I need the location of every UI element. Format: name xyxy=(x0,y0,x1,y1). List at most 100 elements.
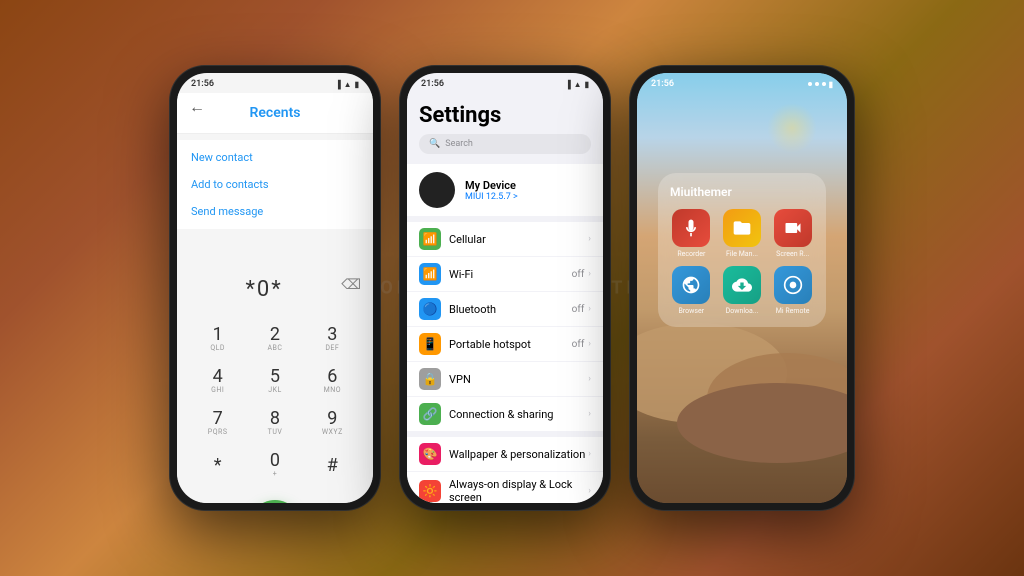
settings-profile[interactable]: My Device MIUI 12.5.7 > xyxy=(407,164,603,216)
chevron-icon-8: › xyxy=(588,486,591,496)
chevron-icon-5: › xyxy=(588,374,591,384)
status-bar-3: 21:56 ▮ xyxy=(637,73,847,93)
dialer-menu: New contact Add to contacts Send message xyxy=(177,140,373,229)
filemanager-icon xyxy=(723,209,761,247)
keypad-row-2: 4 GHI 5 JKL 6 MNO xyxy=(189,362,361,400)
profile-avatar xyxy=(419,172,455,208)
dialer-header: ← Recents xyxy=(177,93,373,134)
bluetooth-icon: 🔵 xyxy=(419,298,441,320)
keypad-row-1: 1 QLD 2 ABC 3 DEF xyxy=(189,320,361,358)
app-recorder[interactable]: Recorder xyxy=(670,209,713,258)
phone-settings: 21:56 ▐ ▲ ▮ Settings 🔍 Search xyxy=(399,65,611,511)
screenrecorder-label: Screen R... xyxy=(776,250,809,258)
status-icons-2: ▐ ▲ ▮ xyxy=(565,80,589,89)
status-icons-1: ▐ ▲ ▮ xyxy=(335,80,359,89)
recorder-label: Recorder xyxy=(677,250,705,258)
hotspot-value: off xyxy=(572,339,585,350)
hotspot-label: Portable hotspot xyxy=(449,338,572,351)
key-9[interactable]: 9 WXYZ xyxy=(308,404,356,442)
sun-glow xyxy=(767,103,817,153)
chevron-icon-7: › xyxy=(588,449,591,459)
bluetooth-value: off xyxy=(572,304,585,315)
status-bar-1: 21:56 ▐ ▲ ▮ xyxy=(177,73,373,93)
key-4[interactable]: 4 GHI xyxy=(194,362,242,400)
key-hash[interactable]: # xyxy=(308,446,356,484)
settings-cellular[interactable]: 📶 Cellular › xyxy=(407,222,603,257)
dialer-display: *0* ⌫ xyxy=(177,259,373,312)
key-8[interactable]: 8 TUV xyxy=(251,404,299,442)
keypad: 1 QLD 2 ABC 3 DEF xyxy=(177,312,373,492)
folder-grid: Recorder File Man... xyxy=(670,209,814,315)
key-7[interactable]: 7 PQRS xyxy=(194,404,242,442)
search-placeholder: Search xyxy=(445,139,473,149)
delete-button[interactable]: ⌫ xyxy=(341,277,363,293)
keypad-row-4: * 0 + # xyxy=(189,446,361,484)
key-1[interactable]: 1 QLD xyxy=(194,320,242,358)
phone-dialer: 21:56 ▐ ▲ ▮ ← Recents New contact Add to… xyxy=(169,65,381,511)
settings-connection[interactable]: 🔗 Connection & sharing › xyxy=(407,397,603,431)
key-0[interactable]: 0 + xyxy=(251,446,299,484)
settings-hotspot[interactable]: 📱 Portable hotspot off › xyxy=(407,327,603,362)
bluetooth-label: Bluetooth xyxy=(449,303,572,316)
app-browser[interactable]: Browser xyxy=(670,266,713,315)
chevron-icon-2: › xyxy=(588,269,591,279)
wifi-settings-icon: 📶 xyxy=(419,263,441,285)
send-message-item[interactable]: Send message xyxy=(177,198,373,225)
cellular-label: Cellular xyxy=(449,233,588,246)
miremote-icon xyxy=(774,266,812,304)
cellular-icon: 📶 xyxy=(419,228,441,250)
app-download[interactable]: Downloa... xyxy=(721,266,764,315)
app-filemanager[interactable]: File Man... xyxy=(721,209,764,258)
app-screenrecorder[interactable]: Screen R... xyxy=(771,209,814,258)
folder-title: Miuithemer xyxy=(670,185,814,199)
device-name: My Device xyxy=(465,179,518,192)
app-folder[interactable]: Miuithemer Recorder xyxy=(658,173,826,327)
recorder-icon xyxy=(672,209,710,247)
wallpaper-icon: 🎨 xyxy=(419,443,441,465)
miui-version: MIUI 12.5.7 > xyxy=(465,192,518,202)
settings-wifi[interactable]: 📶 Wi-Fi off › xyxy=(407,257,603,292)
hotspot-icon: 📱 xyxy=(419,333,441,355)
filemanager-label: File Man... xyxy=(726,250,758,258)
settings-search-bar[interactable]: 🔍 Search xyxy=(419,134,591,154)
new-contact-item[interactable]: New contact xyxy=(177,144,373,171)
miremote-label: Mi Remote xyxy=(776,307,810,315)
settings-group-display: 🎨 Wallpaper & personalization › 🔆 Always… xyxy=(407,437,603,503)
vpn-icon: 🔒 xyxy=(419,368,441,390)
aod-icon: 🔆 xyxy=(419,480,441,502)
settings-wallpaper[interactable]: 🎨 Wallpaper & personalization › xyxy=(407,437,603,472)
home-screen: 21:56 ▮ Miuithemer xyxy=(637,73,847,503)
settings-title: Settings xyxy=(419,99,591,134)
add-contacts-item[interactable]: Add to contacts xyxy=(177,171,373,198)
wifi-value: off xyxy=(572,269,585,280)
settings-group-network: 📶 Cellular › 📶 Wi-Fi off › 🔵 Bluetooth o… xyxy=(407,222,603,431)
status-icons-3: ▮ xyxy=(808,80,833,89)
call-button[interactable]: 📞 xyxy=(249,500,301,503)
key-2[interactable]: 2 ABC xyxy=(251,320,299,358)
app-miremote[interactable]: Mi Remote xyxy=(771,266,814,315)
key-6[interactable]: 6 MNO xyxy=(308,362,356,400)
settings-bluetooth[interactable]: 🔵 Bluetooth off › xyxy=(407,292,603,327)
settings-vpn[interactable]: 🔒 VPN › xyxy=(407,362,603,397)
wifi-icon-2: ▲ xyxy=(574,80,582,89)
status-time-3: 21:56 xyxy=(651,79,674,89)
key-star[interactable]: * xyxy=(194,446,242,484)
dot-icon-2 xyxy=(815,82,819,86)
key-3[interactable]: 3 DEF xyxy=(308,320,356,358)
status-bar-2: 21:56 ▐ ▲ ▮ xyxy=(407,73,603,93)
download-icon xyxy=(723,266,761,304)
browser-icon xyxy=(672,266,710,304)
settings-screen: 21:56 ▐ ▲ ▮ Settings 🔍 Search xyxy=(407,73,603,503)
dialer-actions: ☰ 📞 ⌨ xyxy=(177,492,373,503)
chevron-icon: › xyxy=(588,234,591,244)
wifi-icon: ▲ xyxy=(344,80,352,89)
download-label: Downloa... xyxy=(726,307,759,315)
status-time-1: 21:56 xyxy=(191,79,214,89)
dialer-title: Recents xyxy=(189,105,361,125)
key-5[interactable]: 5 JKL xyxy=(251,362,299,400)
chevron-icon-3: › xyxy=(588,304,591,314)
chevron-icon-4: › xyxy=(588,339,591,349)
settings-aod[interactable]: 🔆 Always-on display & Lock screen › xyxy=(407,472,603,503)
battery-icon: ▮ xyxy=(355,80,359,89)
phone-home: 21:56 ▮ Miuithemer xyxy=(629,65,855,511)
